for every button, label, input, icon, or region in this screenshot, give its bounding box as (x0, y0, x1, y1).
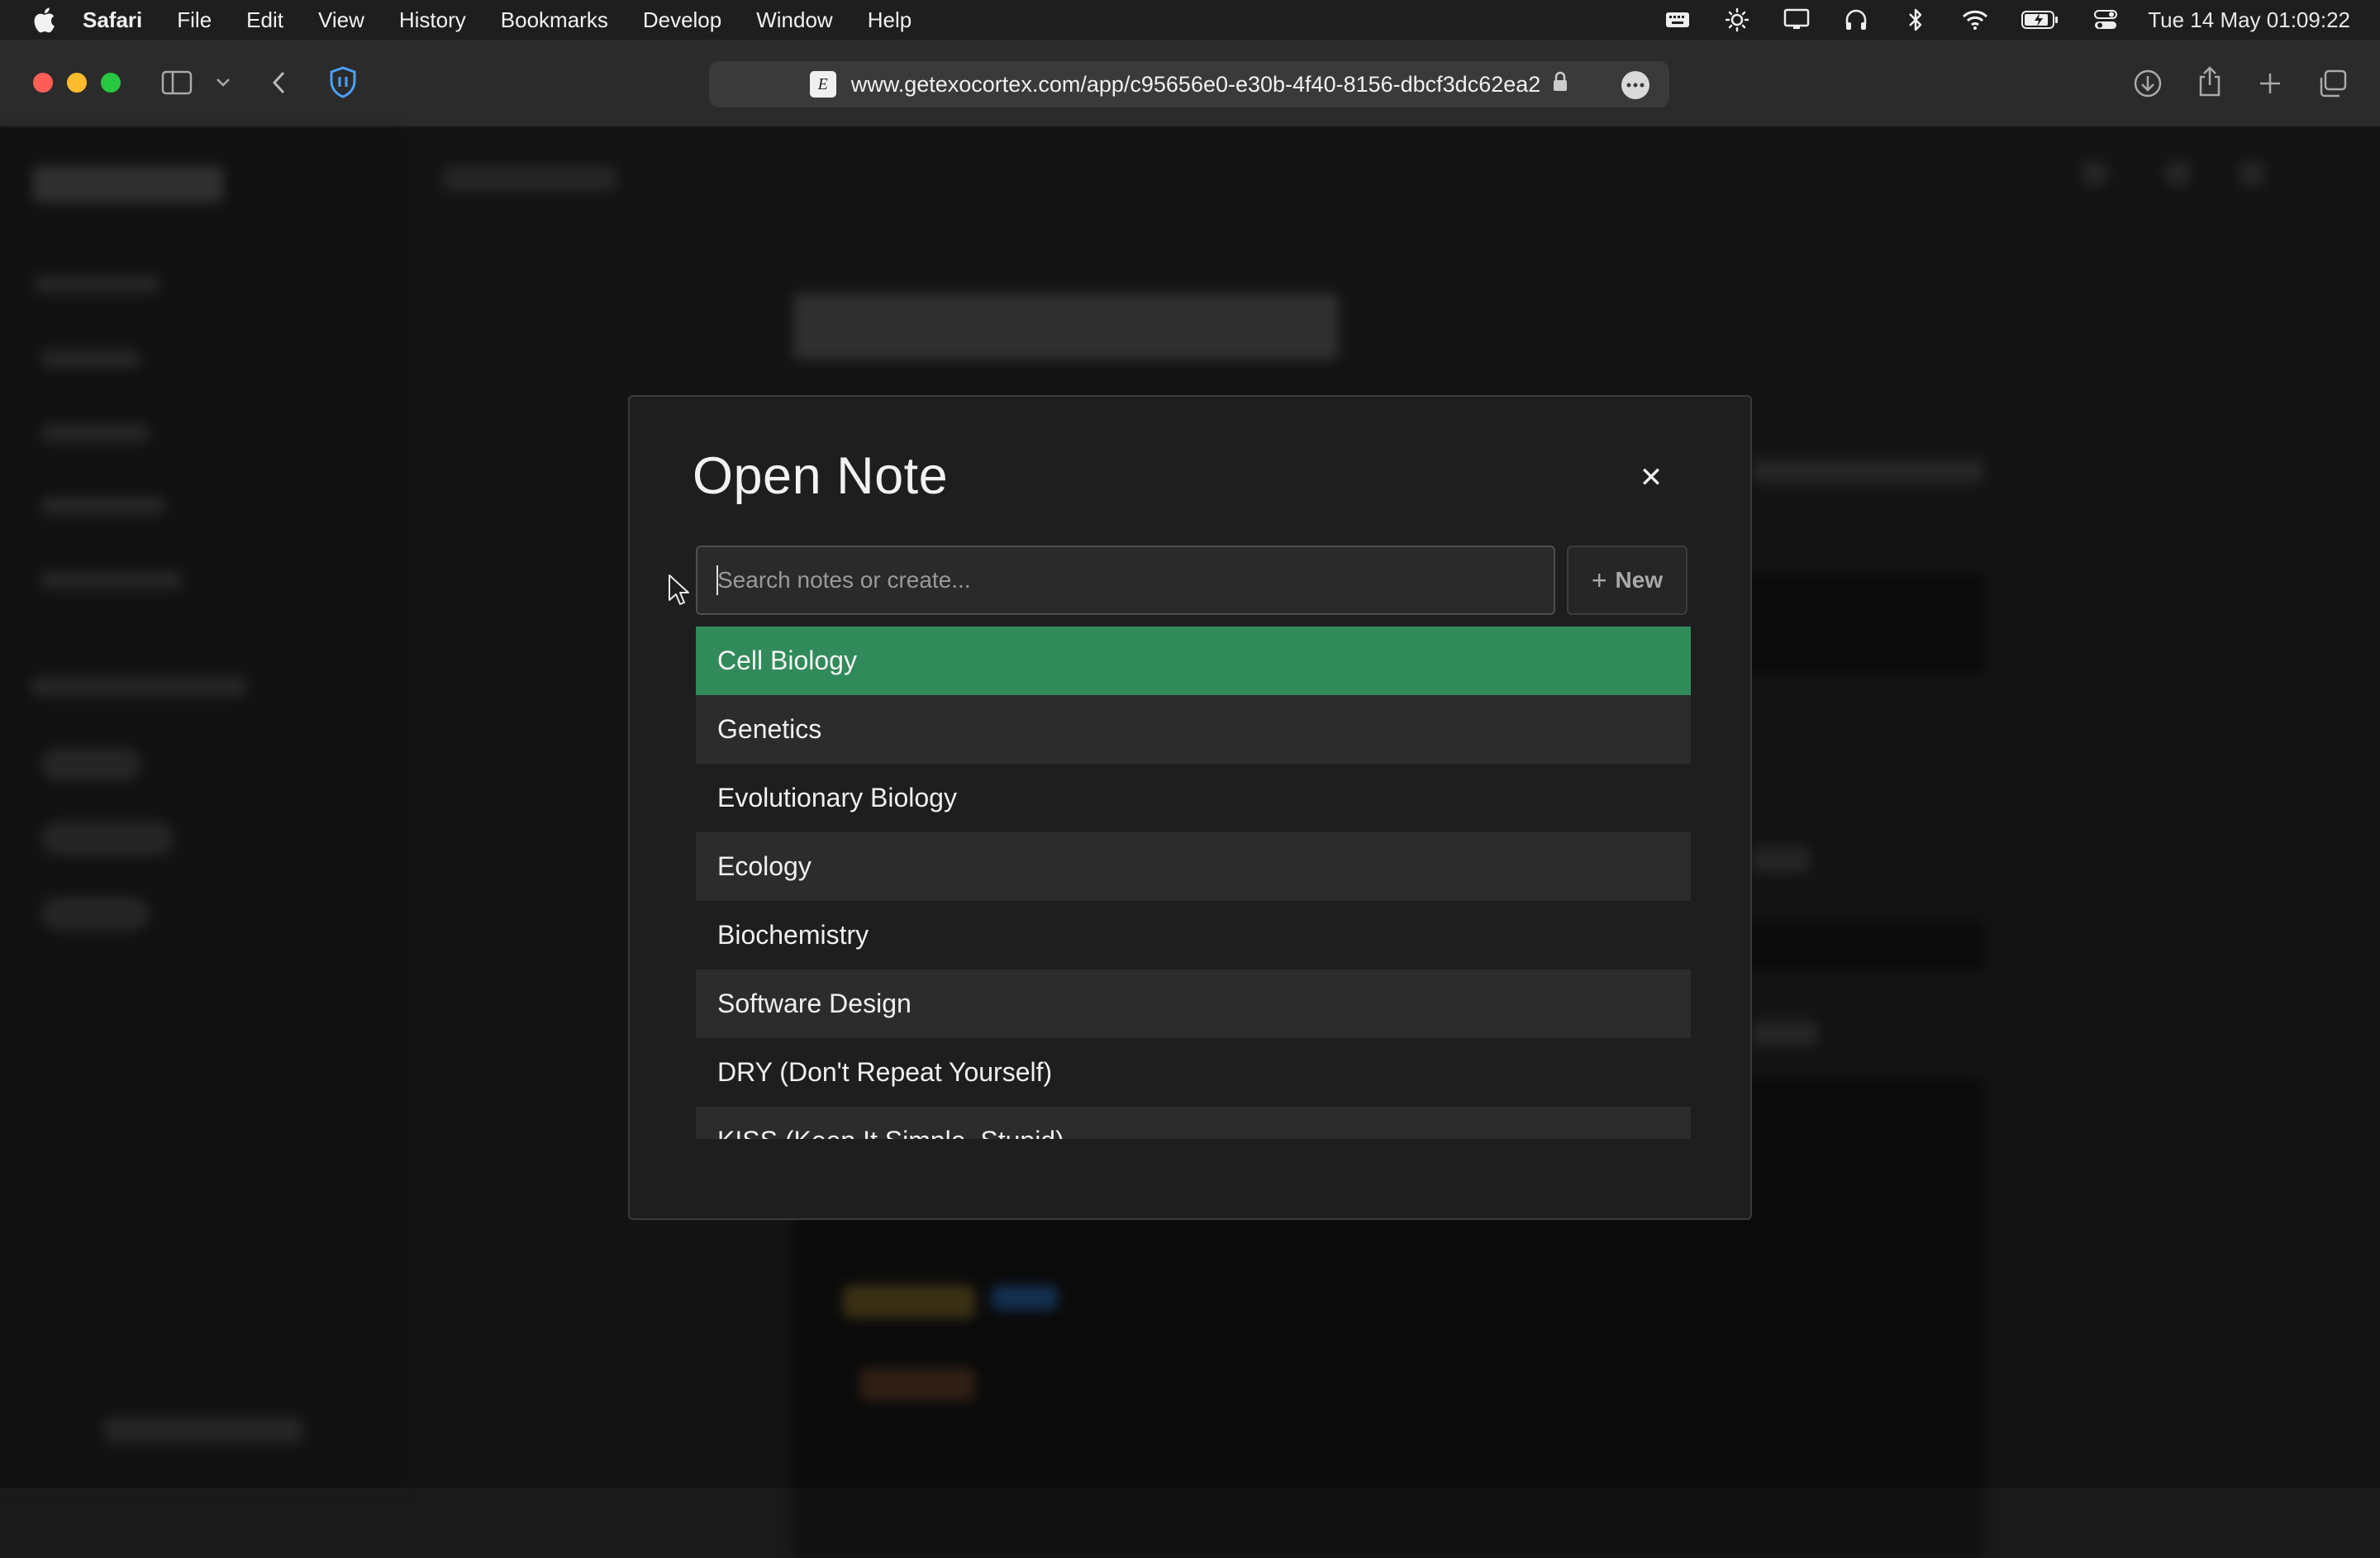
menu-history[interactable]: History (399, 7, 466, 33)
menu-edit[interactable]: Edit (246, 7, 283, 33)
sidebar-toggle-icon[interactable] (160, 68, 193, 98)
page-menu-icon[interactable] (1621, 71, 1649, 99)
bluetooth-icon[interactable] (1902, 7, 1930, 32)
mouse-cursor-icon (669, 574, 689, 605)
lock-icon (1552, 71, 1568, 98)
note-item-software-design[interactable]: Software Design (696, 970, 1691, 1038)
downloads-icon[interactable] (2132, 68, 2163, 99)
menu-file[interactable]: File (177, 7, 212, 33)
open-note-dialog: Open Note ✕ + New Cell Biology Genetics … (628, 395, 1752, 1220)
search-input[interactable] (696, 546, 1555, 615)
zoom-window-button[interactable] (101, 73, 121, 93)
display-icon[interactable] (1783, 7, 1811, 32)
menu-bar-clock[interactable]: Tue 14 May 01:09:22 (2148, 7, 2350, 33)
close-icon: ✕ (1639, 461, 1664, 494)
new-note-button[interactable]: + New (1567, 546, 1687, 615)
favicon-letter: E (817, 74, 828, 93)
minimize-window-button[interactable] (67, 73, 87, 93)
brightness-icon[interactable] (1723, 7, 1751, 32)
tab-overview-icon[interactable] (2317, 68, 2349, 99)
back-icon[interactable] (266, 68, 291, 98)
note-item-kiss[interactable]: KISS (Keep It Simple, Stupid) (696, 1107, 1691, 1139)
share-icon[interactable] (2195, 64, 2225, 99)
note-list[interactable]: Cell Biology Genetics Evolutionary Biolo… (696, 627, 1691, 1139)
close-window-button[interactable] (33, 73, 53, 93)
menu-develop[interactable]: Develop (643, 7, 721, 33)
note-item-evolutionary-biology[interactable]: Evolutionary Biology (696, 764, 1691, 832)
new-note-label: New (1615, 567, 1664, 593)
menu-bookmarks[interactable]: Bookmarks (501, 7, 608, 33)
apple-icon[interactable] (31, 6, 56, 34)
wifi-icon[interactable] (1961, 7, 1989, 32)
note-item-biochemistry[interactable]: Biochemistry (696, 901, 1691, 970)
window-controls (33, 73, 135, 93)
dialog-title: Open Note (693, 447, 949, 505)
menu-bar: Safari File Edit View History Bookmarks … (0, 0, 2380, 40)
text-caret (716, 565, 718, 595)
address-bar[interactable]: E www.getexocortex.com/app/c95656e0-e30b… (709, 61, 1669, 107)
note-item-dry[interactable]: DRY (Don't Repeat Yourself) (696, 1038, 1691, 1107)
note-item-genetics[interactable]: Genetics (696, 695, 1691, 764)
url-text: www.getexocortex.com/app/c95656e0-e30b-4… (850, 71, 1541, 97)
chevron-down-icon[interactable] (213, 73, 233, 93)
menu-view[interactable]: View (318, 7, 364, 33)
site-favicon-icon: E (809, 71, 836, 98)
menu-window[interactable]: Window (756, 7, 832, 33)
status-area: Tue 14 May 01:09:22 (1632, 0, 2350, 40)
battery-icon[interactable] (2021, 7, 2060, 32)
shield-icon[interactable] (327, 66, 359, 99)
note-item-cell-biology[interactable]: Cell Biology (696, 627, 1691, 695)
close-dialog-button[interactable]: ✕ (1635, 461, 1668, 494)
browser-toolbar: E www.getexocortex.com/app/c95656e0-e30b… (0, 40, 2380, 127)
menu-app-safari[interactable]: Safari (83, 7, 142, 33)
new-tab-icon[interactable] (2256, 69, 2284, 98)
note-item-ecology[interactable]: Ecology (696, 832, 1691, 901)
keyboard-icon[interactable] (1664, 7, 1692, 32)
headphones-icon[interactable] (1842, 7, 1870, 32)
plus-icon: + (1591, 565, 1607, 595)
control-center-icon[interactable] (2092, 7, 2120, 32)
menu-help[interactable]: Help (868, 7, 912, 33)
